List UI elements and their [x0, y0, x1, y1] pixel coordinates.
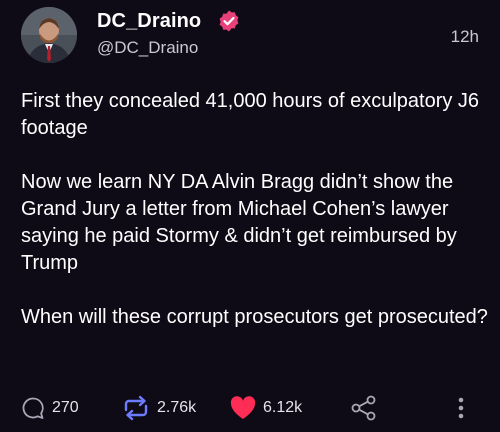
like-count: 6.12k [263, 399, 303, 416]
share-icon [349, 394, 379, 422]
more-vertical-icon [454, 394, 468, 422]
post-paragraph: First they concealed 41,000 hours of exc… [21, 90, 480, 139]
share-button[interactable] [349, 388, 379, 428]
post-paragraph: Now we learn NY DA Alvin Bragg didn’t sh… [21, 171, 457, 274]
reply-count: 270 [52, 399, 79, 416]
post-body: First they concealed 41,000 hours of exc… [21, 88, 491, 331]
heart-icon [229, 395, 257, 421]
action-bar: 270 2.76k 6.12k [0, 388, 500, 428]
reply-button[interactable]: 270 [20, 388, 79, 428]
post-paragraph: When will these corrupt prosecutors get … [21, 306, 488, 328]
reply-bubble-icon [20, 395, 46, 421]
display-name[interactable]: DC_Draino [97, 10, 201, 33]
post-card: DC_Draino @DC_Draino 12h First they conc… [0, 0, 500, 432]
verified-badge-icon [217, 9, 241, 33]
repost-button[interactable]: 2.76k [121, 388, 196, 428]
like-button[interactable]: 6.12k [229, 388, 302, 428]
repost-count: 2.76k [157, 399, 197, 416]
post-timestamp[interactable]: 12h [451, 27, 479, 47]
avatar[interactable] [21, 7, 77, 63]
author-handle[interactable]: @DC_Draino [97, 38, 198, 58]
avatar-image [21, 7, 77, 63]
more-options-button[interactable] [454, 388, 468, 428]
repost-arrows-icon [121, 395, 151, 421]
